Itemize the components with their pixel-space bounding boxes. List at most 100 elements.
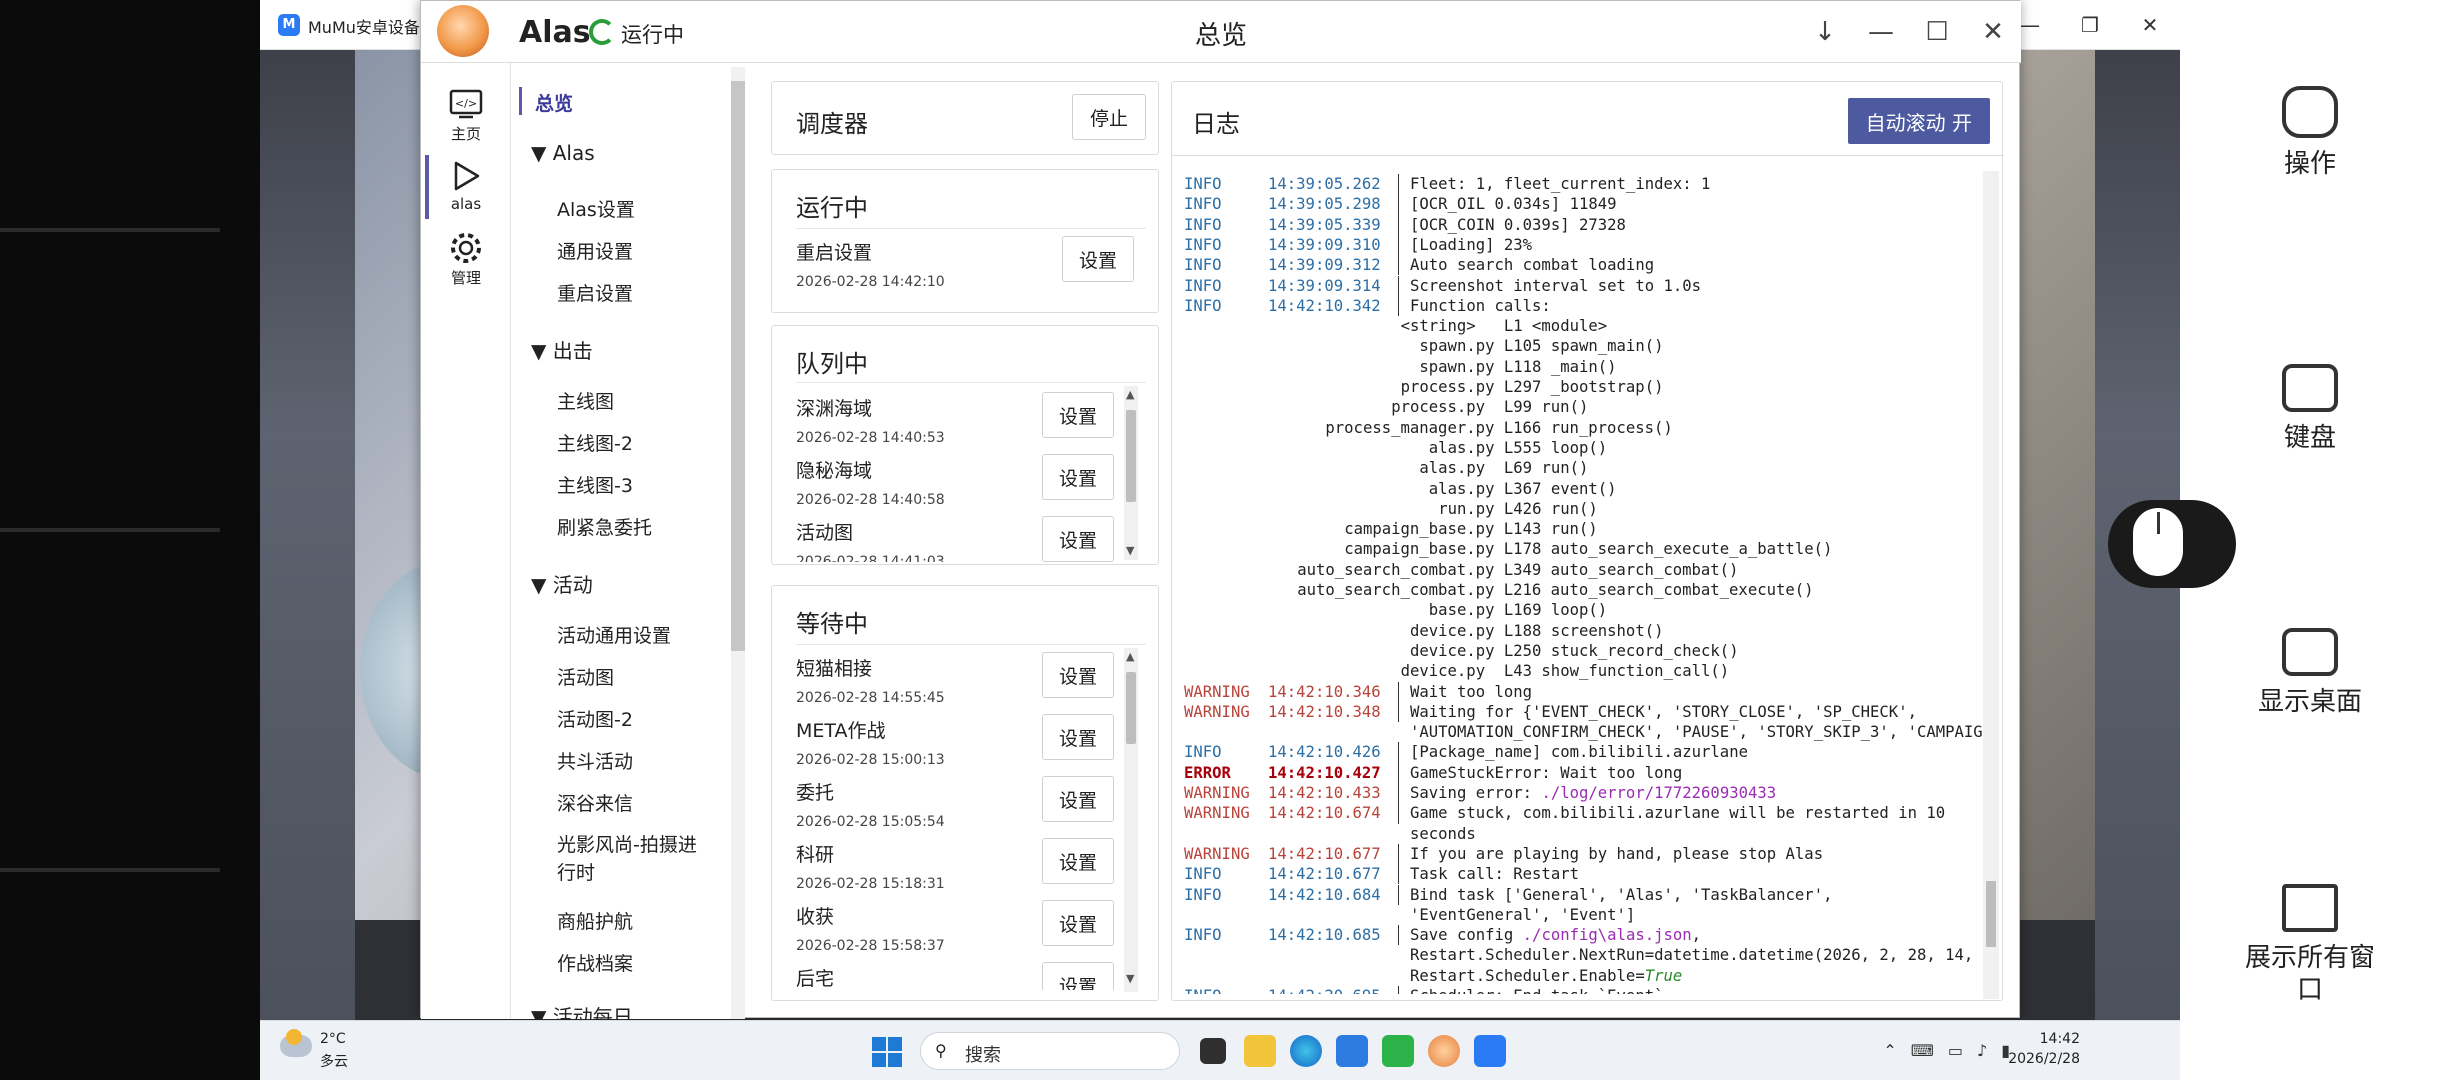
maximize-icon[interactable]: ☐ [1909, 1, 1965, 63]
setting-button[interactable]: 设置 [1042, 392, 1114, 438]
edge-browser-icon[interactable] [1290, 1035, 1322, 1067]
clock-time[interactable]: 14:42 [2040, 1031, 2080, 1047]
menu-group-sortie[interactable]: ▼ 出击 [531, 335, 593, 364]
close-icon[interactable]: ✕ [1965, 1, 2021, 63]
log-time: 14:42:10.348 [1268, 702, 1381, 721]
menu-item[interactable]: 活动图-2 [557, 705, 633, 732]
scroll-up-icon[interactable]: ▲ [1126, 388, 1134, 401]
log-text: seconds [1410, 824, 1476, 843]
alas-titlebar: 总览 Alas 运行中 ↓ — ☐ ✕ [421, 1, 2021, 63]
log-call-line: spawn.py L118 _main() [1172, 357, 1984, 377]
menu-scrollbar-thumb[interactable] [731, 81, 745, 651]
menu-item[interactable]: 深谷来信 [557, 789, 633, 816]
display-icon[interactable]: ▭ [1948, 1041, 1963, 1060]
setting-button[interactable]: 设置 [1042, 652, 1114, 698]
log-scrollbar-thumb[interactable] [1986, 881, 1996, 947]
side-item-show-desktop[interactable]: 显示桌面 [2180, 628, 2440, 718]
waiting-title: 等待中 [796, 610, 868, 638]
menu-item[interactable]: 活动图 [557, 663, 614, 690]
log-content: INFO 14:39:05.262 Fleet: 1, fleet_current_… [1172, 174, 1984, 994]
log-message: 'EventGeneral', 'Event'] [1410, 905, 1635, 925]
menu-item[interactable]: 刷紧急委托 [557, 513, 652, 540]
menu-item[interactable]: Alas设置 [557, 195, 635, 222]
log-message: [OCR_OIL 0.034s] 11849 [1410, 194, 1617, 214]
clock-date[interactable]: 2026/2/28 [2008, 1051, 2080, 1067]
close-icon[interactable]: ✕ [2120, 0, 2180, 50]
log-text: Task call: Restart [1410, 865, 1579, 884]
log-message: Bind task ['General', 'Alas', 'TaskBalan… [1410, 885, 1832, 905]
windows-start-icon[interactable] [872, 1037, 902, 1067]
setting-button[interactable]: 设置 [1042, 838, 1114, 884]
task-time: 2026-02-28 15:05:54 [796, 814, 945, 830]
minimize-icon[interactable]: — [1853, 1, 1909, 63]
setting-button[interactable]: 设置 [1042, 776, 1114, 822]
rail-label: 主页 [450, 125, 481, 143]
restore-icon[interactable]: ❐ [2060, 0, 2120, 50]
app-icon[interactable] [1382, 1035, 1414, 1067]
pending-scrollbar-thumb[interactable] [1126, 410, 1136, 502]
setting-button[interactable]: 设置 [1042, 900, 1114, 946]
scroll-down-icon[interactable]: ▼ [1126, 544, 1134, 557]
setting-button[interactable]: 设置 [1062, 236, 1134, 282]
log-separator [1398, 295, 1399, 317]
menu-item[interactable]: 光影风尚-拍摄进行时 [557, 831, 707, 887]
menu-item[interactable]: 主线图-3 [557, 471, 633, 498]
menu-group-alas[interactable]: ▼ Alas [531, 141, 595, 165]
weather-temperature[interactable]: 2°C [320, 1031, 346, 1047]
menu-item[interactable]: 重启设置 [557, 279, 633, 306]
task-view-icon[interactable] [1200, 1038, 1226, 1064]
log-scrollbar[interactable] [1983, 171, 1999, 999]
setting-button[interactable]: 设置 [1042, 516, 1114, 562]
setting-button[interactable]: 设置 [1042, 962, 1114, 990]
app-icon[interactable] [1336, 1035, 1368, 1067]
menu-item[interactable]: 主线图-2 [557, 429, 633, 456]
taskbar-search-box[interactable]: ⚲ 搜索 [920, 1032, 1180, 1070]
log-separator [1398, 701, 1399, 723]
rail-item-alas[interactable]: alas [421, 159, 511, 213]
side-item-operation[interactable]: 操作 [2180, 86, 2440, 180]
scroll-up-icon[interactable]: ▲ [1126, 650, 1134, 663]
log-text: Restart.Scheduler.NextRun=datetime.datet… [1410, 946, 1984, 965]
log-time: 14:42:20.695 [1268, 986, 1381, 994]
weather-condition[interactable]: 多云 [320, 1051, 348, 1071]
autoscroll-toggle-button[interactable]: 自动滚动 开 [1847, 98, 1990, 144]
menu-item[interactable]: 活动通用设置 [557, 621, 671, 648]
log-line: INFO 14:42:20.695 Scheduler: End task `Eve… [1172, 986, 1984, 994]
menu-item[interactable]: 共斗活动 [557, 747, 633, 774]
side-item-keyboard[interactable]: 键盘 [2180, 364, 2440, 454]
mumu-app-icon[interactable] [1474, 1035, 1506, 1067]
scroll-down-icon[interactable]: ▼ [1126, 972, 1134, 985]
file-explorer-icon[interactable] [1244, 1035, 1276, 1067]
log-text: Waiting for {'EVENT_CHECK', 'STORY_CLOSE… [1410, 702, 1917, 721]
stop-button[interactable]: 停止 [1072, 94, 1146, 140]
waiting-scrollbar-thumb[interactable] [1126, 672, 1136, 744]
task-name: META作战 [796, 720, 886, 742]
log-line: INFO 14:39:09.310 [Loading] 23% [1172, 234, 1984, 256]
log-time: 14:42:10.342 [1268, 296, 1381, 315]
chevron-up-icon[interactable]: ⌃ [1883, 1041, 1896, 1060]
volume-icon[interactable]: ♪ [1977, 1041, 1987, 1060]
log-level: INFO [1184, 215, 1222, 234]
log-level: WARNING [1184, 784, 1250, 802]
setting-button[interactable]: 设置 [1042, 454, 1114, 500]
menu-item[interactable]: 通用设置 [557, 237, 633, 264]
menu-item[interactable]: 作战档案 [557, 949, 633, 976]
rail-item-manage[interactable]: 管理 [421, 231, 511, 288]
log-text: Wait too long [1410, 682, 1533, 701]
side-item-all-windows[interactable]: 展示所有窗口 [2180, 884, 2440, 1006]
screen: M MuMu安卓设备 — ❐ ✕ 操作 键盘 显示桌面 展示所有窗口 总览 Al… [0, 0, 2440, 1080]
alas-app-icon[interactable] [1428, 1035, 1460, 1067]
log-line: INFO 14:42:10.685 Save config ./config\ala… [1172, 925, 1984, 946]
menu-group-event[interactable]: ▼ 活动 [531, 569, 593, 598]
log-message: Screenshot interval set to 1.0s [1410, 276, 1701, 296]
input-method-icon[interactable]: ⌨ [1911, 1041, 1934, 1060]
setting-button[interactable]: 设置 [1042, 714, 1114, 760]
search-icon: ⚲ [935, 1041, 947, 1060]
task-time: 2026-02-28 14:42:10 [796, 274, 945, 290]
menu-item[interactable]: 主线图 [557, 387, 614, 414]
download-icon[interactable]: ↓ [1797, 1, 1853, 63]
rail-item-home[interactable]: </> 主页 [421, 87, 511, 144]
menu-item[interactable]: 商船护航 [557, 907, 633, 934]
log-call: spawn.py L118 _main() [1419, 357, 1617, 376]
menu-item-overview[interactable]: 总览 [535, 89, 573, 116]
